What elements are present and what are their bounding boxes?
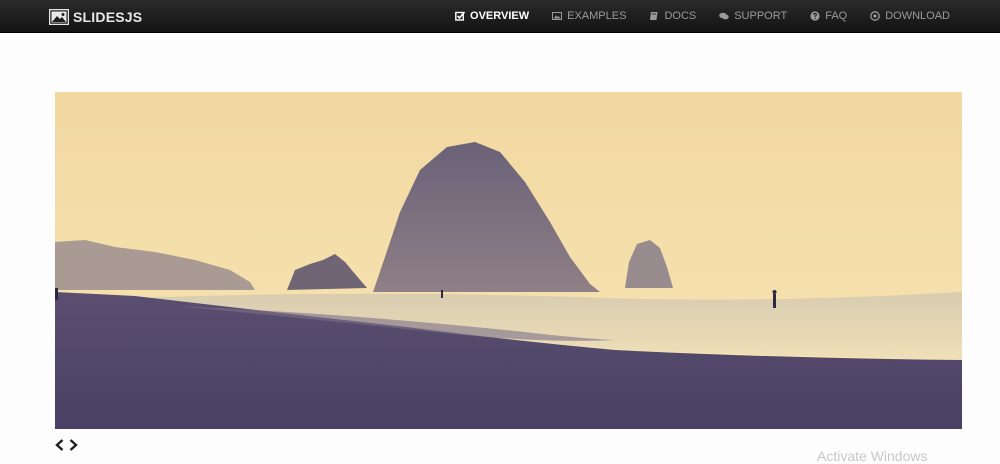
download-circle-icon — [870, 11, 881, 21]
nav-item-faq[interactable]: FAQ — [810, 10, 847, 22]
nav-item-docs[interactable]: DOCS — [649, 10, 696, 22]
slideshow-image[interactable] — [55, 92, 962, 429]
check-square-icon — [455, 11, 466, 21]
slideshow-pagination — [54, 437, 79, 453]
chevron-right-icon[interactable] — [68, 438, 79, 452]
nav-label-overview: OVERVIEW — [470, 10, 530, 22]
beach-haystack-rock-photo — [55, 92, 962, 429]
picture-icon — [552, 12, 563, 20]
nav-item-overview[interactable]: OVERVIEW — [455, 10, 529, 22]
comments-icon — [719, 12, 729, 20]
image-icon — [49, 8, 69, 25]
windows-activation-watermark: Activate Windows — [817, 448, 928, 464]
nav-label-support: SUPPORT — [734, 10, 788, 22]
nav-label-faq: FAQ — [825, 10, 848, 22]
brand-logo-link[interactable]: SLIDESJS — [49, 8, 142, 25]
nav-item-support[interactable]: SUPPORT — [719, 10, 787, 22]
question-circle-icon — [810, 11, 820, 21]
nav-label-download: DOWNLOAD — [885, 10, 950, 22]
main-nav: OVERVIEW EXAMPLES DOCS SUPPORT FAQ DOWNL… — [455, 0, 950, 32]
top-navbar: SLIDESJS OVERVIEW EXAMPLES DOCS SUPPORT … — [0, 0, 1000, 33]
brand-name: SLIDESJS — [73, 8, 143, 25]
nav-label-docs: DOCS — [664, 10, 697, 22]
nav-item-download[interactable]: DOWNLOAD — [870, 10, 950, 22]
book-icon — [650, 12, 658, 20]
chevron-left-icon[interactable] — [54, 438, 65, 452]
nav-label-examples: EXAMPLES — [567, 10, 627, 22]
nav-item-examples[interactable]: EXAMPLES — [552, 10, 626, 22]
